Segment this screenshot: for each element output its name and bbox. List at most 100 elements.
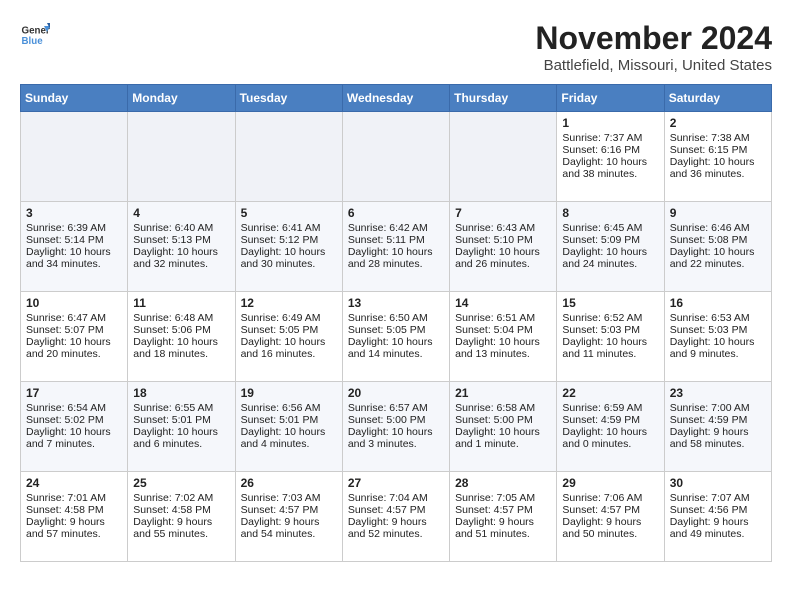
day-info: Daylight: 9 hours and 54 minutes. [241, 516, 337, 540]
calendar-cell: 5Sunrise: 6:41 AMSunset: 5:12 PMDaylight… [235, 202, 342, 292]
day-info: Sunrise: 6:39 AM [26, 222, 122, 234]
day-number: 21 [455, 386, 551, 400]
day-info: Sunset: 5:10 PM [455, 234, 551, 246]
weekday-header: Sunday [21, 85, 128, 112]
day-info: Sunrise: 6:45 AM [562, 222, 658, 234]
day-info: Sunset: 4:57 PM [241, 504, 337, 516]
day-info: Daylight: 10 hours and 6 minutes. [133, 426, 229, 450]
header: General Blue November 2024 Battlefield, … [20, 20, 772, 74]
day-info: Sunset: 5:06 PM [133, 324, 229, 336]
day-number: 14 [455, 296, 551, 310]
day-info: Daylight: 10 hours and 9 minutes. [670, 336, 766, 360]
day-info: Daylight: 10 hours and 7 minutes. [26, 426, 122, 450]
day-info: Daylight: 10 hours and 4 minutes. [241, 426, 337, 450]
calendar-cell: 6Sunrise: 6:42 AMSunset: 5:11 PMDaylight… [342, 202, 449, 292]
day-info: Sunset: 4:59 PM [670, 414, 766, 426]
day-info: Daylight: 9 hours and 49 minutes. [670, 516, 766, 540]
day-info: Sunrise: 7:01 AM [26, 492, 122, 504]
day-info: Daylight: 10 hours and 20 minutes. [26, 336, 122, 360]
calendar-week-row: 3Sunrise: 6:39 AMSunset: 5:14 PMDaylight… [21, 202, 772, 292]
day-number: 16 [670, 296, 766, 310]
calendar-cell: 29Sunrise: 7:06 AMSunset: 4:57 PMDayligh… [557, 472, 664, 562]
day-info: Sunset: 5:14 PM [26, 234, 122, 246]
day-info: Daylight: 10 hours and 38 minutes. [562, 156, 658, 180]
day-info: Sunrise: 6:51 AM [455, 312, 551, 324]
calendar-cell: 8Sunrise: 6:45 AMSunset: 5:09 PMDaylight… [557, 202, 664, 292]
calendar-cell: 9Sunrise: 6:46 AMSunset: 5:08 PMDaylight… [664, 202, 771, 292]
day-number: 7 [455, 206, 551, 220]
calendar-table: SundayMondayTuesdayWednesdayThursdayFrid… [20, 84, 772, 562]
day-info: Daylight: 9 hours and 57 minutes. [26, 516, 122, 540]
calendar-cell: 11Sunrise: 6:48 AMSunset: 5:06 PMDayligh… [128, 292, 235, 382]
calendar-cell: 24Sunrise: 7:01 AMSunset: 4:58 PMDayligh… [21, 472, 128, 562]
page-subtitle: Battlefield, Missouri, United States [535, 57, 772, 74]
day-number: 15 [562, 296, 658, 310]
day-info: Sunset: 5:04 PM [455, 324, 551, 336]
day-info: Sunset: 5:11 PM [348, 234, 444, 246]
day-info: Daylight: 9 hours and 58 minutes. [670, 426, 766, 450]
weekday-header: Friday [557, 85, 664, 112]
calendar-cell: 4Sunrise: 6:40 AMSunset: 5:13 PMDaylight… [128, 202, 235, 292]
logo-icon: General Blue [20, 20, 50, 50]
calendar-cell [21, 112, 128, 202]
day-info: Daylight: 10 hours and 14 minutes. [348, 336, 444, 360]
day-number: 5 [241, 206, 337, 220]
day-number: 19 [241, 386, 337, 400]
calendar-cell: 2Sunrise: 7:38 AMSunset: 6:15 PMDaylight… [664, 112, 771, 202]
calendar-cell: 18Sunrise: 6:55 AMSunset: 5:01 PMDayligh… [128, 382, 235, 472]
day-info: Sunrise: 6:41 AM [241, 222, 337, 234]
day-info: Sunrise: 7:07 AM [670, 492, 766, 504]
day-info: Daylight: 10 hours and 32 minutes. [133, 246, 229, 270]
day-info: Sunset: 5:05 PM [348, 324, 444, 336]
day-number: 4 [133, 206, 229, 220]
calendar-week-row: 24Sunrise: 7:01 AMSunset: 4:58 PMDayligh… [21, 472, 772, 562]
day-info: Daylight: 10 hours and 0 minutes. [562, 426, 658, 450]
day-info: Sunrise: 6:46 AM [670, 222, 766, 234]
weekday-header: Saturday [664, 85, 771, 112]
weekday-header: Monday [128, 85, 235, 112]
calendar-cell: 7 Sunrise: 6:43 AMSunset: 5:10 PMDaylight… [450, 202, 557, 292]
calendar-week-row: 17Sunrise: 6:54 AMSunset: 5:02 PMDayligh… [21, 382, 772, 472]
day-info: Sunset: 5:00 PM [455, 414, 551, 426]
day-info: Sunset: 5:03 PM [670, 324, 766, 336]
calendar-cell: 19Sunrise: 6:56 AMSunset: 5:01 PMDayligh… [235, 382, 342, 472]
calendar-cell: 16Sunrise: 6:53 AMSunset: 5:03 PMDayligh… [664, 292, 771, 382]
day-number: 26 [241, 476, 337, 490]
logo: General Blue [20, 20, 50, 50]
day-info: Daylight: 9 hours and 51 minutes. [455, 516, 551, 540]
day-info: Daylight: 10 hours and 16 minutes. [241, 336, 337, 360]
weekday-header: Thursday [450, 85, 557, 112]
day-info: Sunrise: 6:43 AM [455, 222, 551, 234]
day-info: Daylight: 10 hours and 11 minutes. [562, 336, 658, 360]
day-number: 6 [348, 206, 444, 220]
day-info: Daylight: 10 hours and 26 minutes. [455, 246, 551, 270]
day-info: Sunrise: 7:00 AM [670, 402, 766, 414]
day-info: Sunset: 5:13 PM [133, 234, 229, 246]
calendar-cell: 3Sunrise: 6:39 AMSunset: 5:14 PMDaylight… [21, 202, 128, 292]
day-info: Sunrise: 6:58 AM [455, 402, 551, 414]
day-info: Sunrise: 6:54 AM [26, 402, 122, 414]
day-info: Sunset: 5:09 PM [562, 234, 658, 246]
day-number: 1 [562, 116, 658, 130]
calendar-header: SundayMondayTuesdayWednesdayThursdayFrid… [21, 85, 772, 112]
day-number: 9 [670, 206, 766, 220]
day-info: Daylight: 10 hours and 18 minutes. [133, 336, 229, 360]
day-info: Sunset: 4:58 PM [26, 504, 122, 516]
title-area: November 2024 Battlefield, Missouri, Uni… [535, 20, 772, 74]
day-info: Sunrise: 6:57 AM [348, 402, 444, 414]
day-info: Sunset: 5:01 PM [133, 414, 229, 426]
calendar-body: 1Sunrise: 7:37 AMSunset: 6:16 PMDaylight… [21, 112, 772, 562]
day-info: Sunset: 5:03 PM [562, 324, 658, 336]
day-info: Sunrise: 6:47 AM [26, 312, 122, 324]
calendar-cell: 12Sunrise: 6:49 AMSunset: 5:05 PMDayligh… [235, 292, 342, 382]
day-info: Sunrise: 7:05 AM [455, 492, 551, 504]
day-info: Sunset: 4:57 PM [562, 504, 658, 516]
day-number: 18 [133, 386, 229, 400]
day-info: Sunset: 5:07 PM [26, 324, 122, 336]
calendar-cell: 13Sunrise: 6:50 AMSunset: 5:05 PMDayligh… [342, 292, 449, 382]
day-info: Sunset: 4:57 PM [348, 504, 444, 516]
day-info: Daylight: 10 hours and 13 minutes. [455, 336, 551, 360]
calendar-cell: 1Sunrise: 7:37 AMSunset: 6:16 PMDaylight… [557, 112, 664, 202]
day-info: Sunrise: 7:06 AM [562, 492, 658, 504]
calendar-cell: 22Sunrise: 6:59 AMSunset: 4:59 PMDayligh… [557, 382, 664, 472]
